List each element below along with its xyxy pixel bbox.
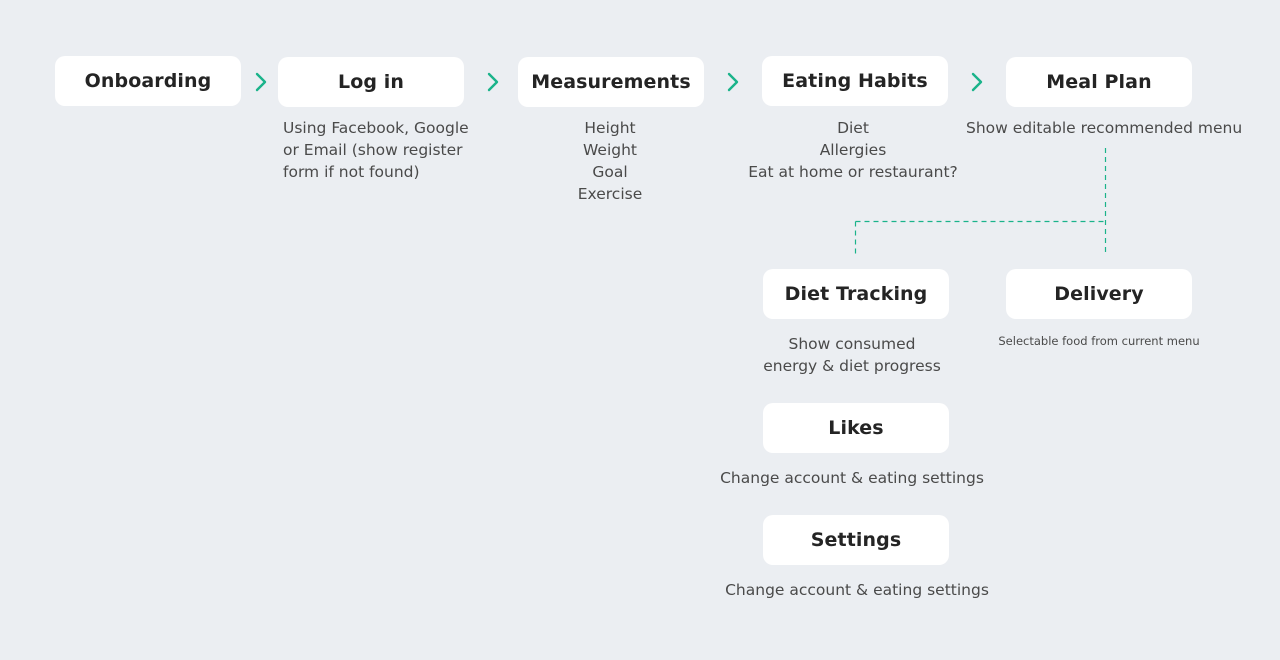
chevron-right-icon [727, 72, 739, 92]
desc-line: Eat at home or restaurant? [748, 163, 958, 181]
chevron-right-icon [255, 72, 267, 92]
desc-line: Using Facebook, Google [283, 119, 469, 137]
node-diet-tracking[interactable]: Diet Tracking [763, 269, 949, 319]
desc-line: Selectable food from current menu [998, 334, 1200, 348]
eating-habits-description: Diet Allergies Eat at home or restaurant… [740, 117, 966, 183]
diet-tracking-description: Show consumed energy & diet progress [752, 333, 952, 377]
desc-line: Height [584, 119, 636, 137]
delivery-description: Selectable food from current menu [990, 333, 1208, 349]
node-onboarding[interactable]: Onboarding [55, 56, 241, 106]
desc-line: Show consumed [788, 335, 916, 353]
desc-line: Weight [582, 141, 637, 159]
node-delivery[interactable]: Delivery [1006, 269, 1192, 319]
desc-line: energy & diet progress [763, 357, 941, 375]
desc-line: Change account & eating settings [725, 581, 989, 599]
desc-line: Goal [592, 163, 628, 181]
desc-line: form if not found) [283, 163, 420, 181]
desc-line: Diet [837, 119, 869, 137]
node-meal-plan[interactable]: Meal Plan [1006, 57, 1192, 107]
desc-line: Exercise [577, 185, 643, 203]
chevron-right-icon [971, 72, 983, 92]
measurements-description: Height Weight Goal Exercise [560, 117, 660, 205]
desc-line: or Email (show register [283, 141, 463, 159]
meal-plan-description: Show editable recommended menu [966, 117, 1243, 139]
node-likes[interactable]: Likes [763, 403, 949, 453]
desc-line: Change account & eating settings [720, 469, 984, 487]
node-eating-habits[interactable]: Eating Habits [762, 56, 948, 106]
chevron-right-icon [487, 72, 499, 92]
desc-line: Allergies [819, 141, 887, 159]
settings-description: Change account & eating settings [717, 579, 997, 601]
node-settings[interactable]: Settings [763, 515, 949, 565]
node-login[interactable]: Log in [278, 57, 464, 107]
likes-description: Change account & eating settings [712, 467, 992, 489]
desc-line: Show editable recommended menu [966, 119, 1243, 137]
node-measurements[interactable]: Measurements [518, 57, 704, 107]
login-description: Using Facebook, Google or Email (show re… [283, 117, 469, 183]
